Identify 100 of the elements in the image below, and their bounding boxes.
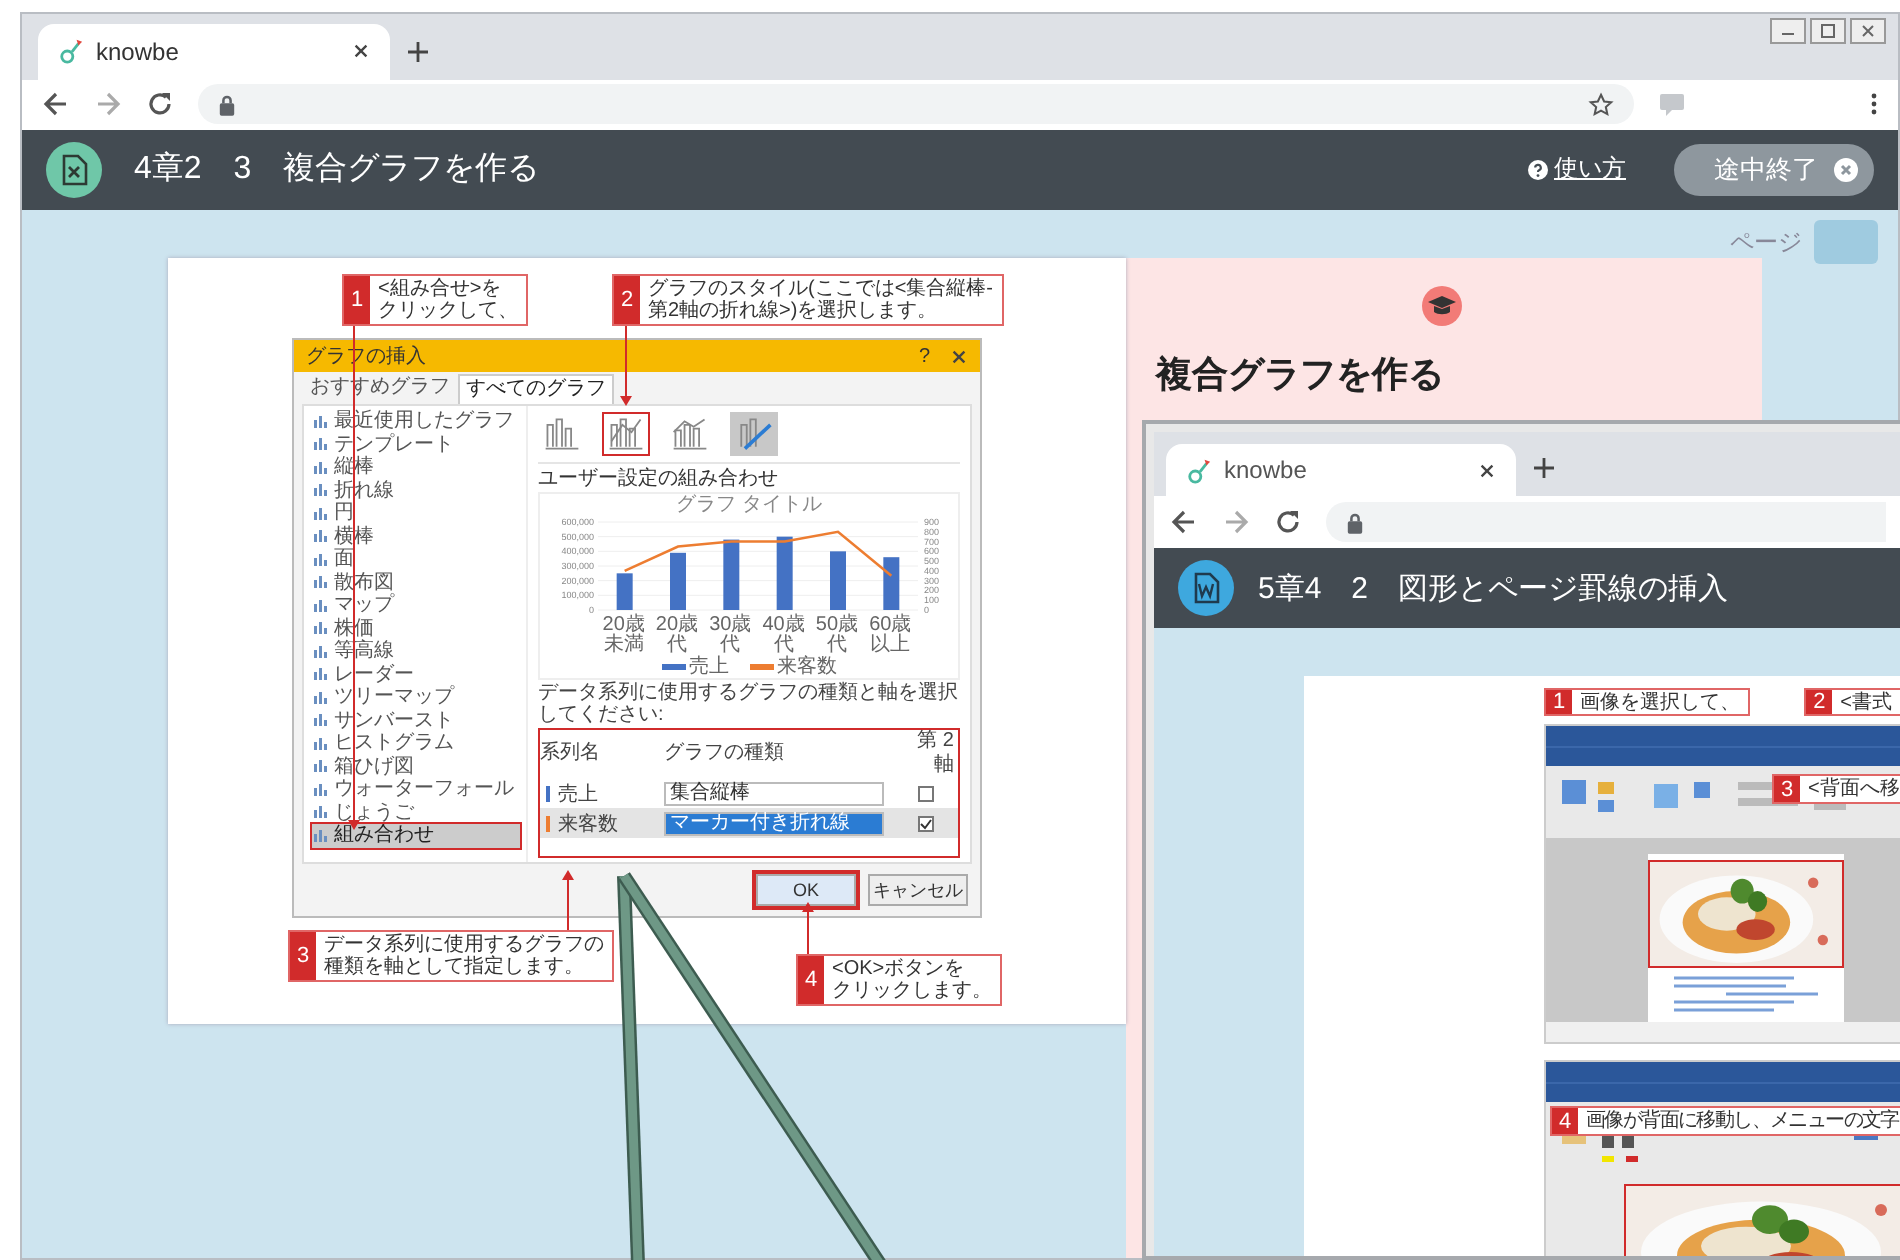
star-icon[interactable] (1588, 91, 1614, 118)
chart-type-item[interactable]: テンプレート (312, 433, 520, 457)
callout-number: 3 (1774, 776, 1800, 803)
legend-swatch (749, 664, 773, 671)
page-field[interactable] (1814, 220, 1878, 265)
browser-tab[interactable]: knowbe (1166, 444, 1516, 497)
series-row[interactable]: 来客数 マーカー付き折れ線 (540, 808, 958, 839)
callout-number: 1 (1546, 690, 1572, 715)
chart-type-icon (312, 482, 328, 499)
callout-number: 1 (344, 276, 370, 325)
chart-type-item[interactable]: マップ (312, 594, 520, 618)
chart-type-item[interactable]: 縦棒 (312, 456, 520, 480)
legend-label: 来客数 (777, 656, 837, 679)
callout-number: 3 (290, 932, 316, 981)
chart-type-item[interactable]: 横棒 (312, 525, 520, 549)
arrow (620, 325, 632, 407)
chart-type-item[interactable]: じょうご (312, 801, 520, 825)
help-button[interactable]: ? (918, 345, 930, 368)
back-icon[interactable] (42, 90, 70, 119)
series-name: 来客数 (558, 811, 618, 838)
page-label: ページ (1730, 225, 1802, 260)
chart-type-dropdown[interactable]: 集合縦棒 (664, 781, 884, 806)
chart-type-item[interactable]: ウォーターフォール (312, 778, 520, 802)
chart-type-icon (312, 712, 328, 729)
column-header: 第 2 軸 (915, 730, 956, 779)
dialog-button[interactable]: キャンセル (868, 874, 968, 907)
column-header: グラフの種類 (664, 742, 786, 767)
callout-text: <書式 (1840, 692, 1892, 715)
chart-type-icon (312, 505, 328, 522)
chart-type-item[interactable]: レーダー (312, 663, 520, 687)
chart-type-icon (312, 551, 328, 568)
chart-type-icon (312, 643, 328, 660)
chart-type-icon (312, 574, 328, 591)
axis-label: 60歳以上 (867, 616, 914, 657)
bar (775, 536, 792, 611)
dialog-button[interactable]: OK (756, 874, 856, 907)
checkbox[interactable] (917, 815, 933, 832)
minimize-icon[interactable] (1770, 18, 1806, 44)
chart-type-icon (312, 666, 328, 683)
chart-title: グラフ タイトル (676, 494, 822, 517)
callout-text: <背面へ移 (1808, 778, 1900, 801)
help-link[interactable]: 使い方 (1528, 152, 1626, 187)
chart-type-item[interactable]: 株価 (312, 617, 520, 641)
bar (615, 573, 632, 611)
new-tab-icon[interactable] (1532, 456, 1556, 481)
callout-number: 2 (614, 276, 640, 325)
reload-icon[interactable] (146, 90, 174, 119)
logo-icon (58, 38, 84, 65)
graduation-cap-icon (1422, 286, 1462, 327)
document-icon (1178, 560, 1234, 617)
spreadsheet-icon (46, 141, 102, 198)
callout-text: 第2軸の折れ線>)を選択します。 (648, 300, 940, 323)
help-icon (1528, 159, 1548, 180)
series-row[interactable]: 売上 集合縦棒 (540, 778, 958, 809)
column-header: 系列名 (540, 742, 602, 767)
callout-text: グラフのスタイル(ここでは<集合縦棒- (648, 278, 993, 301)
chart-style-icon[interactable] (602, 412, 650, 457)
callout-text: 画像を選択して、 (1580, 692, 1740, 715)
new-tab-icon[interactable] (406, 39, 430, 64)
callout-text: データ系列に使用するグラフの (324, 934, 604, 957)
chart-type-item[interactable]: ヒストグラム (312, 732, 520, 756)
chart-type-dropdown[interactable]: マーカー付き折れ線 (664, 811, 884, 836)
chart-type-item[interactable]: 円 (312, 502, 520, 526)
restore-icon[interactable] (1810, 18, 1846, 44)
chart-type-icon (312, 827, 328, 844)
close-icon[interactable] (1850, 18, 1886, 44)
axis-label: 30歳代 (709, 616, 754, 657)
close-icon (1834, 157, 1858, 182)
tab-title: knowbe (1224, 456, 1309, 485)
tab[interactable]: すべてのグラフ (458, 374, 614, 405)
chart-type-item[interactable]: 最近使用したグラフ (312, 410, 520, 434)
checkbox[interactable] (917, 785, 933, 802)
chart-type-icon (312, 413, 328, 430)
back-icon[interactable] (1170, 508, 1198, 537)
chart-type-item[interactable]: ツリーマップ (312, 686, 520, 710)
instruction-text: データ系列に使用するグラフの種類と軸を選択してください: (538, 682, 960, 727)
chart-type-item[interactable]: 組み合わせ (312, 824, 520, 848)
callout-number: 4 (1552, 1108, 1578, 1135)
close-icon[interactable] (352, 42, 370, 61)
reload-icon[interactable] (1274, 508, 1302, 537)
chart-type-item[interactable]: 散布図 (312, 571, 520, 595)
chart-type-item[interactable]: 等高線 (312, 640, 520, 664)
bar (829, 551, 845, 611)
panel-title: 複合グラフを作る (1156, 352, 1446, 399)
chart-style-icon[interactable] (730, 412, 778, 457)
chart-type-icon (312, 436, 328, 453)
close-icon[interactable] (950, 347, 968, 366)
callout-text: クリックして、 (378, 300, 518, 323)
chart-type-item[interactable]: 面 (312, 548, 520, 572)
axis-label: 50歳代 (815, 616, 861, 657)
menu-icon[interactable] (1870, 92, 1878, 117)
chart-type-item[interactable]: 折れ線 (312, 479, 520, 503)
bar (722, 539, 739, 611)
callout-number: 4 (798, 956, 824, 1005)
bar (882, 557, 899, 611)
chart-type-item[interactable]: サンバースト (312, 709, 520, 733)
browser-tab[interactable]: knowbe (38, 23, 390, 80)
chart-type-icon (312, 735, 328, 752)
close-icon[interactable] (1478, 461, 1496, 480)
chart-type-item[interactable]: 箱ひげ図 (312, 755, 520, 779)
